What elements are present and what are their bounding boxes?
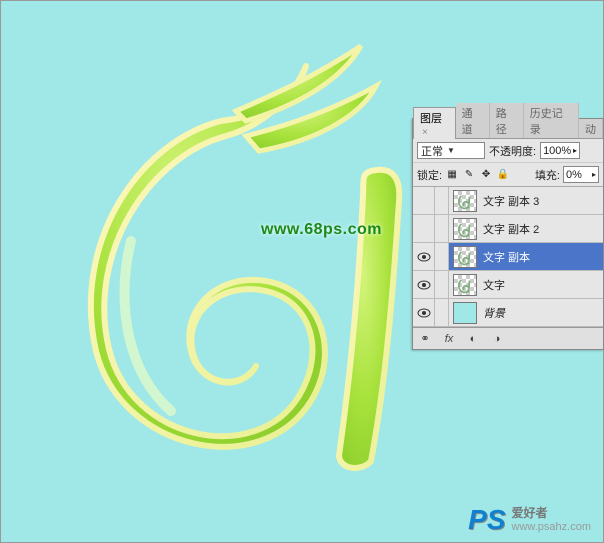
- link-col: [435, 215, 449, 242]
- tab-actions[interactable]: 动: [579, 119, 603, 138]
- tab-history[interactable]: 历史记录: [524, 103, 579, 138]
- link-col: [435, 299, 449, 326]
- layer-thumbnail: [453, 246, 477, 268]
- ps-logo: PS: [468, 504, 505, 536]
- layer-thumbnail: [453, 190, 477, 212]
- link-col: [435, 187, 449, 214]
- blend-mode-select[interactable]: 正常▼: [417, 142, 485, 159]
- fill-label: 填充:: [535, 167, 560, 183]
- link-col: [435, 271, 449, 298]
- chevron-right-icon: ▸: [573, 146, 577, 155]
- chevron-right-icon: ▸: [592, 170, 596, 179]
- panel-tabs: 图层× 通道 路径 历史记录 动: [413, 119, 603, 139]
- visibility-toggle[interactable]: [413, 187, 435, 214]
- layer-row[interactable]: 文字 副本 3: [413, 187, 603, 215]
- tab-channels[interactable]: 通道: [456, 103, 490, 138]
- layer-row[interactable]: 背景: [413, 299, 603, 327]
- layer-thumbnail: [453, 218, 477, 240]
- layer-name: 背景: [481, 305, 505, 321]
- adjustment-icon[interactable]: ◑: [489, 331, 505, 347]
- layer-row[interactable]: 文字 副本 2: [413, 215, 603, 243]
- layer-name: 文字 副本: [481, 249, 530, 265]
- watermark-line1: 爱好者: [512, 507, 591, 520]
- opacity-input[interactable]: 100%▸: [540, 142, 580, 159]
- layer-row[interactable]: 文字: [413, 271, 603, 299]
- layers-list: 文字 副本 3 文字 副本 2 文字 副本文字背景: [413, 187, 603, 327]
- chevron-down-icon: ▼: [447, 146, 455, 155]
- layer-thumbnail: [453, 302, 477, 324]
- mask-icon[interactable]: ◐: [465, 331, 481, 347]
- layer-thumbnail: [453, 274, 477, 296]
- lock-position-icon[interactable]: ✥: [479, 168, 493, 182]
- visibility-toggle[interactable]: [413, 243, 435, 270]
- visibility-toggle[interactable]: [413, 215, 435, 242]
- link-col: [435, 243, 449, 270]
- opacity-label: 不透明度:: [489, 143, 536, 159]
- lock-pixels-icon[interactable]: ✎: [462, 168, 476, 182]
- watermark-bottom-right: PS 爱好者 www.psahz.com: [468, 504, 591, 536]
- lock-all-icon[interactable]: 🔒: [496, 168, 510, 182]
- layer-row[interactable]: 文字 副本: [413, 243, 603, 271]
- watermark-line2: www.psahz.com: [512, 521, 591, 533]
- layer-name: 文字 副本 2: [481, 221, 539, 237]
- fill-input[interactable]: 0%▸: [563, 166, 599, 183]
- artwork-61-logo: [41, 41, 421, 471]
- fx-icon[interactable]: fx: [441, 331, 457, 347]
- panel-footer: ⚭ fx ◐ ◑: [413, 327, 603, 349]
- lock-label: 锁定:: [417, 167, 442, 183]
- link-layers-icon[interactable]: ⚭: [417, 331, 433, 347]
- layer-name: 文字: [481, 277, 505, 293]
- visibility-toggle[interactable]: [413, 271, 435, 298]
- visibility-toggle[interactable]: [413, 299, 435, 326]
- lock-transparency-icon[interactable]: ▦: [445, 168, 459, 182]
- watermark-center: www.68ps.com: [261, 221, 382, 239]
- close-icon[interactable]: ×: [422, 127, 428, 138]
- layers-panel: 图层× 通道 路径 历史记录 动 正常▼ 不透明度: 100%▸ 锁定: ▦ ✎…: [412, 118, 604, 350]
- tab-layers[interactable]: 图层×: [413, 107, 456, 139]
- tab-paths[interactable]: 路径: [490, 103, 524, 138]
- layer-name: 文字 副本 3: [481, 193, 539, 209]
